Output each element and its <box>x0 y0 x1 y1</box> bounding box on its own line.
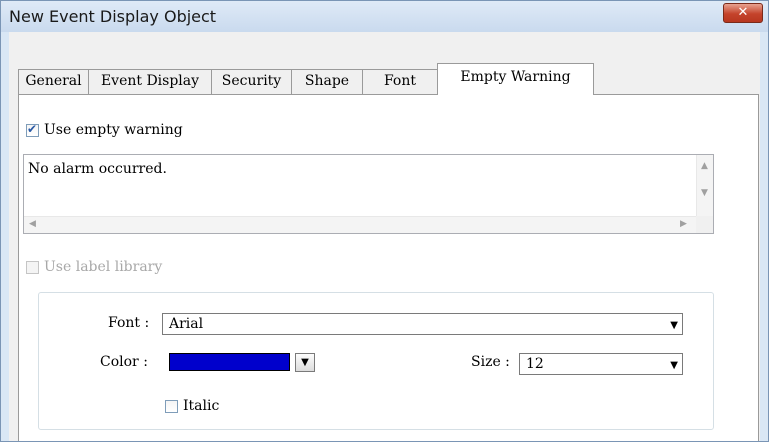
scroll-left-arrow-icon[interactable]: ◀ <box>29 219 36 229</box>
color-dropdown-button[interactable]: ▼ <box>295 353 315 372</box>
italic-label: Italic <box>183 398 220 414</box>
tab-general[interactable]: General <box>18 69 89 94</box>
font-select[interactable]: Arial ▼ <box>162 313 683 335</box>
size-label: Size : <box>471 354 510 370</box>
chevron-down-icon: ▼ <box>670 320 678 331</box>
checkbox-box-icon[interactable] <box>26 260 39 274</box>
tab-security-label: Security <box>221 73 282 89</box>
size-select-value: 12 <box>526 356 544 372</box>
dialog-window: New Event Display Object ✕ General Event… <box>0 0 769 442</box>
use-empty-warning-checkbox[interactable]: Use empty warning <box>26 122 183 138</box>
italic-checkbox[interactable]: Italic <box>165 398 219 414</box>
use-label-library-label: Use label library <box>44 259 163 275</box>
tab-empty-warning[interactable]: Empty Warning <box>437 63 594 95</box>
chevron-down-icon: ▼ <box>670 360 678 371</box>
scroll-down-arrow-icon[interactable]: ▼ <box>701 188 708 198</box>
empty-warning-message-textbox[interactable]: No alarm occurred. ▲ ▼ ◀ ▶ <box>23 154 714 234</box>
horizontal-scrollbar[interactable]: ◀ ▶ <box>24 216 696 233</box>
scroll-right-arrow-icon[interactable]: ▶ <box>680 219 687 229</box>
check-icon[interactable] <box>26 122 39 137</box>
tab-shape[interactable]: Shape <box>291 69 363 94</box>
tab-general-label: General <box>25 73 82 89</box>
color-swatch[interactable] <box>169 353 290 371</box>
font-select-value: Arial <box>169 316 204 332</box>
tab-event-display-label: Event Display <box>100 73 200 89</box>
size-select[interactable]: 12 ▼ <box>519 353 683 375</box>
tab-security[interactable]: Security <box>211 69 292 94</box>
vertical-scrollbar[interactable]: ▲ ▼ <box>696 155 713 216</box>
scrollbar-corner <box>696 216 713 233</box>
empty-warning-message-text: No alarm occurred. <box>28 161 167 177</box>
close-icon: ✕ <box>737 5 749 20</box>
tab-empty-warning-label: Empty Warning <box>460 69 571 85</box>
window-title: New Event Display Object <box>9 7 217 26</box>
tab-event-display[interactable]: Event Display <box>88 69 212 94</box>
tab-font[interactable]: Font <box>362 69 438 94</box>
chevron-down-icon: ▼ <box>301 357 309 368</box>
use-label-library-checkbox[interactable]: Use label library <box>26 259 162 275</box>
checkbox-box-icon[interactable] <box>165 399 178 413</box>
scroll-up-arrow-icon[interactable]: ▲ <box>701 161 708 171</box>
tab-font-label: Font <box>383 73 417 89</box>
title-bar[interactable]: New Event Display Object ✕ <box>1 1 768 32</box>
use-empty-warning-label: Use empty warning <box>44 122 183 138</box>
font-label: Font : <box>108 315 150 331</box>
close-button[interactable]: ✕ <box>723 3 763 23</box>
color-label: Color : <box>100 354 148 370</box>
tab-shape-label: Shape <box>304 73 350 89</box>
